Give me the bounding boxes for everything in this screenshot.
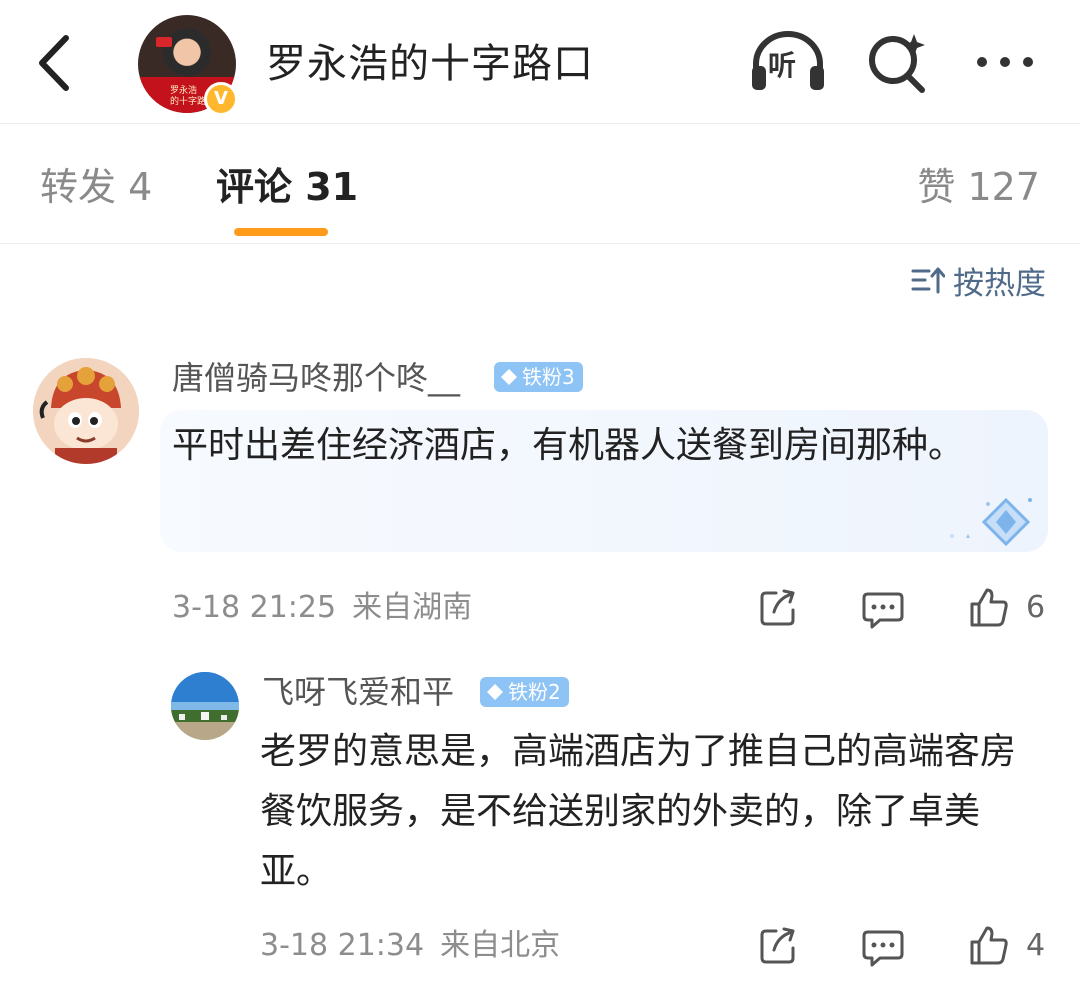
commenter-name[interactable]: 飞呀飞爱和平 <box>262 672 454 712</box>
cartoon-avatar-icon <box>33 358 139 464</box>
like-count: 6 <box>1026 589 1046 625</box>
comment-time: 3-18 21:25 <box>172 590 337 625</box>
tab-like[interactable]: 赞 127 <box>917 164 1040 210</box>
verified-badge: V <box>204 82 238 116</box>
comment-icon <box>862 592 904 629</box>
tab-comment[interactable]: 评论 31 <box>216 164 358 210</box>
search-button[interactable] <box>866 30 930 94</box>
comment-text: 老罗的意思是，高端酒店为了推自己的高端客房餐饮服务，是不给送别家的外卖的，除了卓… <box>260 731 1017 892</box>
commenter-avatar[interactable] <box>33 358 139 464</box>
like-count: 4 <box>1026 927 1046 963</box>
back-button[interactable] <box>28 30 84 96</box>
reply-button[interactable] <box>862 590 904 630</box>
comment-icon <box>862 930 904 967</box>
comment-meta: 3-18 21:34 来自北京 <box>260 928 560 964</box>
fan-badge[interactable]: 铁粉3 <box>494 362 583 392</box>
more-dots-icon <box>977 57 1033 67</box>
sort-label: 按热度 <box>953 265 1046 302</box>
avatar-decoration <box>156 37 172 47</box>
like-button[interactable]: 6 <box>968 586 1045 628</box>
fan-badge[interactable]: 铁粉2 <box>480 677 569 707</box>
tab-bar: 转发 4 评论 31 赞 127 <box>0 124 1080 244</box>
reply-button[interactable] <box>862 928 904 968</box>
diamond-icon <box>501 369 517 385</box>
commenter-name[interactable]: 唐僧骑马咚那个咚__ <box>172 358 460 398</box>
share-button[interactable] <box>758 926 798 966</box>
share-icon <box>760 589 795 626</box>
top-bar: 罗永浩 的十字路口 V 罗永浩的十字路口 听 <box>0 0 1080 124</box>
share-button[interactable] <box>758 588 798 628</box>
listen-label: 听 <box>768 49 797 82</box>
listen-button[interactable]: 听 <box>748 28 828 94</box>
landscape-avatar-icon <box>171 672 239 740</box>
more-options-button[interactable] <box>970 40 1040 84</box>
comment-meta: 3-18 21:25 来自湖南 <box>172 590 472 626</box>
comment-time: 3-18 21:34 <box>260 928 425 963</box>
share-icon <box>760 927 795 964</box>
diamond-decoration-icon <box>950 497 1032 547</box>
comment-location: 来自北京 <box>440 928 561 963</box>
commenter-avatar[interactable] <box>171 672 239 740</box>
sort-icon <box>911 267 945 294</box>
search-icon <box>869 34 925 93</box>
thumbs-up-icon <box>970 588 1008 627</box>
comment-location: 来自湖南 <box>352 590 473 625</box>
sort-toggle[interactable]: 按热度 <box>911 262 1046 302</box>
thumbs-up-icon <box>970 926 1008 965</box>
comment-text: 平时出差住经济酒店，有机器人送餐到房间那种。 <box>172 425 965 466</box>
like-button[interactable]: 4 <box>968 924 1045 966</box>
fan-badge-label: 铁粉3 <box>522 365 575 389</box>
fan-badge-label: 铁粉2 <box>508 680 561 704</box>
chevron-left-icon <box>39 35 69 91</box>
diamond-icon <box>487 684 503 700</box>
page-title[interactable]: 罗永浩的十字路口 <box>266 40 594 88</box>
tab-repost[interactable]: 转发 4 <box>40 164 152 210</box>
tab-active-indicator <box>234 228 328 236</box>
